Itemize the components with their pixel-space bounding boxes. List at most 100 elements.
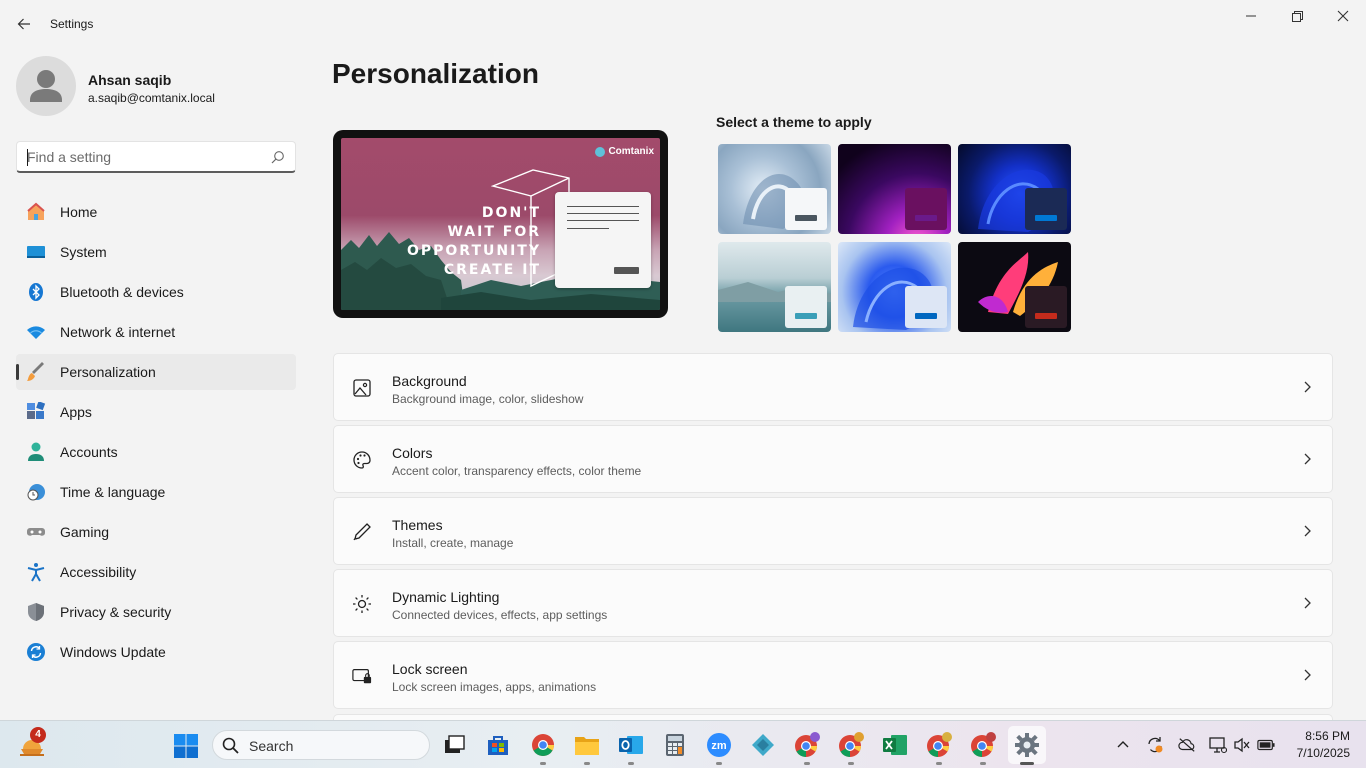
accessibility-icon [26,562,46,582]
chrome-profile-2-button[interactable] [837,731,865,765]
taskbar-search[interactable]: Search [212,730,430,760]
sidebar-item-accounts[interactable]: Accounts [16,434,296,470]
time-language-icon [26,482,46,502]
task-view-button[interactable] [441,731,469,759]
theme-tile-glow[interactable] [838,144,951,234]
theme-tile-bloom-light[interactable] [838,242,951,332]
home-icon [26,202,46,222]
start-button[interactable] [173,733,199,759]
sidebar-item-gaming[interactable]: Gaming [16,514,296,550]
card-dynamic-lighting[interactable]: Dynamic Lighting Connected devices, effe… [333,569,1333,637]
user-placeholder-icon [30,70,62,102]
theme-accent-swatch [1035,313,1057,319]
palette-icon [352,450,372,470]
running-indicator [804,762,810,765]
sidebar-item-home[interactable]: Home [16,194,296,230]
running-indicator [936,762,942,765]
search-box[interactable] [16,141,296,173]
avatar[interactable] [16,56,76,116]
outlook-button[interactable] [617,731,645,765]
clock-date[interactable]: 7/10/2025 [1290,746,1350,760]
card-background[interactable]: Background Background image, color, slid… [333,353,1333,421]
close-icon [1337,10,1349,22]
file-explorer-button[interactable] [573,731,601,765]
store-button[interactable] [484,731,512,759]
search-input[interactable] [27,148,267,166]
show-hidden-icons-button[interactable] [1114,736,1132,754]
sidebar-item-label: Bluetooth & devices [60,284,184,300]
theme-accent-swatch [915,215,937,221]
sidebar-item-network[interactable]: Network & internet [16,314,296,350]
task-view-icon [445,735,465,753]
card-colors[interactable]: Colors Accent color, transparency effect… [333,425,1333,493]
onedrive-tray-button[interactable] [1178,736,1196,754]
chrome-button[interactable] [529,731,557,765]
battery-icon [1257,739,1275,751]
sidebar-item-apps[interactable]: Apps [16,394,296,430]
theme-accent-swatch [795,313,817,319]
theme-tile-dark[interactable] [958,144,1071,234]
back-button[interactable] [8,8,40,40]
chevron-right-icon [1304,597,1311,609]
chrome-profile-2-icon [839,732,864,757]
theme-accent-swatch [795,215,817,221]
theme-tile-flow[interactable] [958,242,1071,332]
update-icon [26,642,46,662]
close-button[interactable] [1320,0,1366,32]
sidebar-item-windows-update[interactable]: Windows Update [16,634,296,670]
clock-time[interactable]: 8:56 PM [1290,729,1350,743]
cloud-off-icon [1178,738,1195,752]
sidebar-item-time-language[interactable]: Time & language [16,474,296,510]
sidebar-item-system[interactable]: System [16,234,296,270]
theme-tile-light[interactable] [718,144,831,234]
file-explorer-icon [575,737,599,755]
sidebar-item-label: Gaming [60,524,110,540]
settings-list: Background Background image, color, slid… [333,353,1333,713]
title-bar: Settings [0,0,1366,48]
sidebar-item-bluetooth[interactable]: Bluetooth & devices [16,274,296,310]
sidebar-item-label: Privacy & security [60,604,172,620]
taskbar-search-label: Search [249,738,294,754]
store-icon [488,736,508,755]
user-name: Ahsan saqib [88,72,172,88]
maximize-button[interactable] [1274,0,1320,32]
app-diamond-button[interactable] [749,731,777,759]
excel-button[interactable] [881,731,909,759]
chrome-profile-3-button[interactable] [925,731,953,765]
network-tray-button[interactable] [1209,736,1227,754]
minimize-button[interactable] [1228,0,1274,32]
theme-tile-captured-motion[interactable] [718,242,831,332]
chrome-profile-1-button[interactable] [793,731,821,765]
apps-icon [26,402,46,422]
chrome-profile-1-icon [795,732,820,757]
theme-heading: Select a theme to apply [716,114,872,130]
running-indicator [848,762,854,765]
zoom-button[interactable]: zm [705,731,733,765]
chrome-profile-4-button[interactable] [969,731,997,765]
search-icon[interactable] [271,150,285,164]
calculator-button[interactable] [661,731,689,759]
card-themes[interactable]: Themes Install, create, manage [333,497,1333,565]
sync-tray-button[interactable] [1146,736,1164,754]
search-icon [222,737,239,754]
sidebar-item-label: Personalization [60,364,156,380]
card-title: Background [392,373,467,389]
sidebar-item-personalization[interactable]: Personalization [16,354,296,390]
chevron-right-icon [1304,453,1311,465]
preview-window [555,192,651,288]
shield-icon [26,602,46,622]
volume-tray-button[interactable] [1233,736,1251,754]
sidebar-item-accessibility[interactable]: Accessibility [16,554,296,590]
card-lock-screen[interactable]: Lock screen Lock screen images, apps, an… [333,641,1333,709]
preview-quote: DON'T WAIT FOR OPPORTUNITY CREATE IT [391,204,541,280]
calculator-icon [666,734,684,756]
sidebar-item-label: System [60,244,107,260]
card-subtitle: Install, create, manage [392,536,514,550]
preview-brand: Comtanix [595,146,654,157]
sidebar-item-privacy-security[interactable]: Privacy & security [16,594,296,630]
battery-tray-button[interactable] [1257,736,1275,754]
settings-taskbar-button[interactable] [1008,726,1046,765]
card-title: Colors [392,445,433,461]
sidebar-item-label: Time & language [60,484,166,500]
desktop-preview: Comtanix DON'T WAIT FOR OPPORTUNITY CREA… [341,138,660,310]
